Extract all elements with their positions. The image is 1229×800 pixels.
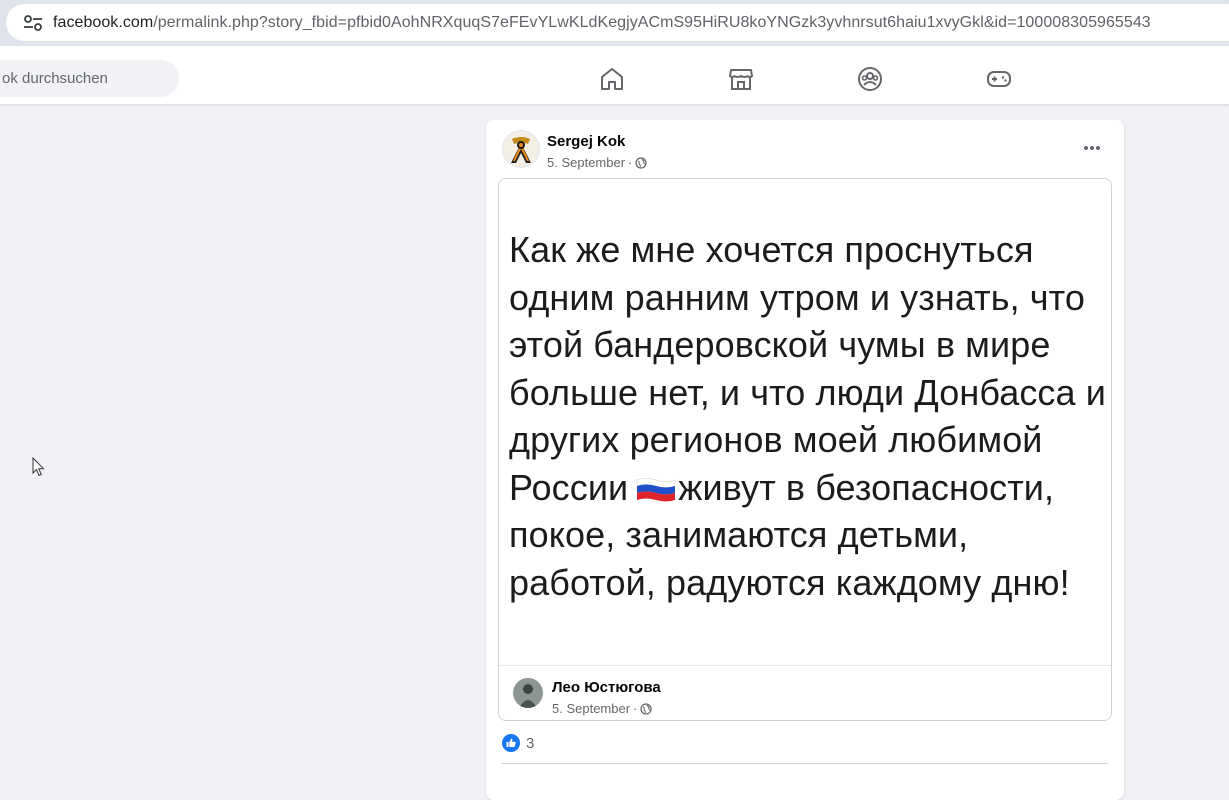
shared-post-image[interactable]: Как же мне хочется проснуться одним ранн… xyxy=(499,179,1111,665)
meta-separator: · xyxy=(633,701,638,716)
shared-post-footer: Лео Юстюгова 5. September · xyxy=(499,665,1111,720)
public-globe-icon xyxy=(635,156,648,169)
post-date[interactable]: 5. September xyxy=(547,155,625,170)
reaction-count: 3 xyxy=(526,734,535,752)
reactions-summary[interactable]: 3 xyxy=(502,734,534,752)
facebook-top-nav xyxy=(0,46,1229,104)
post-author-name[interactable]: Sergej Kok xyxy=(547,133,625,150)
actions-divider xyxy=(502,763,1108,764)
st-george-ribbon-icon xyxy=(511,137,531,163)
image-quote-text: Как же мне хочется проснуться одним ранн… xyxy=(509,226,1109,606)
gaming-icon[interactable] xyxy=(986,66,1012,92)
url-domain: facebook.com xyxy=(53,14,154,31)
browser-address-bar: facebook.com/permalink.php?story_fbid=pf… xyxy=(0,0,1229,46)
url-path: /permalink.php?story_fbid=pfbid0AohNRXqu… xyxy=(153,14,1151,31)
shared-post-date[interactable]: 5. September xyxy=(552,701,630,716)
url-text[interactable]: facebook.com/permalink.php?story_fbid=pf… xyxy=(53,14,1151,32)
more-options-button[interactable] xyxy=(1078,138,1106,158)
like-reaction-icon xyxy=(502,734,520,752)
shared-author-name[interactable]: Лео Юстюгова xyxy=(552,679,661,696)
russia-flag-icon xyxy=(636,477,676,501)
post-meta: 5. September · xyxy=(547,155,648,170)
shared-author-avatar[interactable] xyxy=(513,678,543,708)
marketplace-icon[interactable] xyxy=(728,66,754,92)
url-field[interactable]: facebook.com/permalink.php?story_fbid=pf… xyxy=(6,4,1229,41)
site-settings-icon[interactable] xyxy=(23,15,43,31)
author-avatar[interactable] xyxy=(502,130,540,168)
shared-post-meta: 5. September · xyxy=(552,701,653,716)
profile-photo-icon xyxy=(513,678,543,708)
post-card: Sergej Kok 5. September · Как же мне хоч… xyxy=(486,120,1124,800)
mouse-cursor-icon xyxy=(32,457,45,477)
more-icon xyxy=(1084,146,1100,150)
home-icon[interactable] xyxy=(599,66,625,92)
public-globe-icon xyxy=(640,702,653,715)
shared-post[interactable]: Как же мне хочется проснуться одним ранн… xyxy=(498,178,1112,721)
groups-icon[interactable] xyxy=(857,66,883,92)
facebook-search-input[interactable] xyxy=(0,60,179,97)
meta-separator: · xyxy=(628,155,633,170)
